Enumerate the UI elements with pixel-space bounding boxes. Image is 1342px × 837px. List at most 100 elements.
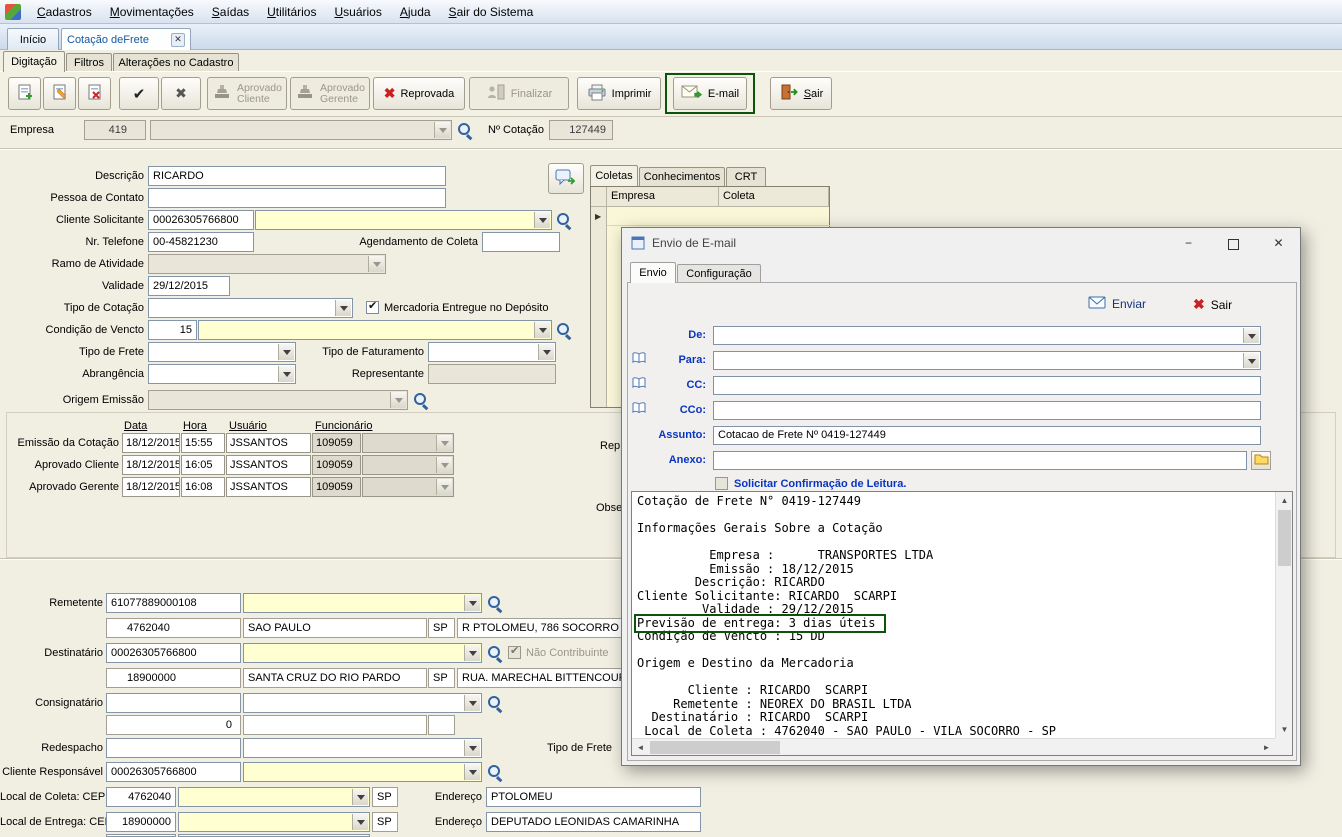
- scrollbar-thumb[interactable]: [1278, 510, 1291, 566]
- tab-envio[interactable]: Envio: [630, 262, 676, 283]
- cliente-solicitante-combo[interactable]: RICARDO SCARPI: [255, 210, 552, 230]
- descricao-input[interactable]: RICARDO: [148, 166, 446, 186]
- search-icon[interactable]: [488, 696, 504, 712]
- remetente-code-input[interactable]: 61077889000108: [106, 593, 241, 613]
- cliente-solicitante-code-input[interactable]: 00026305766800: [148, 210, 254, 230]
- data-cell[interactable]: 18/12/2015: [122, 477, 180, 497]
- entrega-cidade-combo[interactable]: SANTA CRUZ DO RIO PARDO: [178, 812, 370, 832]
- coleta-cep-input[interactable]: 4762040: [106, 787, 176, 807]
- dropdown-icon[interactable]: [464, 695, 480, 711]
- abrangencia-combo[interactable]: Intermunicipal: [148, 364, 296, 384]
- menu-item-movimentacoes[interactable]: Movimentações: [101, 2, 203, 22]
- cancel-button[interactable]: [161, 77, 201, 110]
- data-cell[interactable]: 18/12/2015: [122, 455, 180, 475]
- coleta-endereco-input[interactable]: PTOLOMEU: [486, 787, 701, 807]
- delete-record-button[interactable]: [78, 77, 111, 110]
- cliente-responsavel-code-input[interactable]: 00026305766800: [106, 762, 241, 782]
- destinatario-combo[interactable]: RICARDO SCARPI: [243, 643, 482, 663]
- agendamento-input[interactable]: [482, 232, 560, 252]
- tab-coletas[interactable]: Coletas: [590, 165, 638, 186]
- maximize-button[interactable]: [1211, 229, 1256, 258]
- redespacho-combo[interactable]: [243, 738, 482, 758]
- tipo-cotacao-combo[interactable]: Valor Fixo com NF Variável: [148, 298, 353, 318]
- telefone-input[interactable]: 00-45821230: [148, 232, 254, 252]
- dialog-sair-button[interactable]: Sair: [1193, 296, 1232, 313]
- dropdown-icon[interactable]: [1243, 328, 1259, 343]
- tipo-frete-combo[interactable]: Frete A Pagar: [148, 342, 296, 362]
- edit-record-button[interactable]: [43, 77, 76, 110]
- mercadoria-checkbox[interactable]: [366, 301, 379, 314]
- dropdown-icon[interactable]: [464, 595, 480, 611]
- book-icon[interactable]: [632, 402, 646, 417]
- remetente-combo[interactable]: NEOREX DO BRASIL LTDA: [243, 593, 482, 613]
- condicao-code-input[interactable]: 15: [148, 320, 197, 340]
- usuario-cell[interactable]: JSSANTOS: [226, 455, 311, 475]
- grid-col-coleta[interactable]: Coleta: [719, 187, 829, 207]
- hora-cell[interactable]: 16:08: [181, 477, 225, 497]
- scroll-right-icon[interactable]: ►: [1258, 739, 1275, 756]
- scroll-left-icon[interactable]: ◄: [632, 739, 649, 756]
- search-icon[interactable]: [557, 323, 573, 339]
- enviar-button[interactable]: Enviar: [1088, 296, 1146, 312]
- condicao-combo[interactable]: 15 DD: [198, 320, 552, 340]
- confirm-read-checkbox[interactable]: [715, 477, 728, 490]
- confirm-button[interactable]: [119, 77, 159, 110]
- tab-close-icon[interactable]: [171, 33, 185, 47]
- menu-item-saidas[interactable]: Saídas: [203, 2, 258, 22]
- new-record-button[interactable]: [8, 77, 41, 110]
- vertical-scrollbar[interactable]: ▲ ▼: [1275, 492, 1292, 738]
- assunto-input[interactable]: Cotacao de Frete Nº 0419-127449: [713, 426, 1261, 445]
- dropdown-icon[interactable]: [534, 212, 550, 228]
- search-icon[interactable]: [414, 393, 430, 409]
- book-icon[interactable]: [632, 352, 646, 367]
- dropdown-icon[interactable]: [352, 814, 368, 830]
- dropdown-icon[interactable]: [464, 740, 480, 756]
- hora-cell[interactable]: 16:05: [181, 455, 225, 475]
- minimize-button[interactable]: [1166, 229, 1211, 258]
- tab-inicio[interactable]: Início: [7, 28, 59, 50]
- redespacho-code-input[interactable]: [106, 738, 241, 758]
- imprimir-button[interactable]: Imprimir: [577, 77, 661, 110]
- dropdown-icon[interactable]: [278, 366, 294, 382]
- search-icon[interactable]: [458, 123, 474, 139]
- message-button[interactable]: [548, 163, 584, 194]
- usuario-cell[interactable]: JSSANTOS: [226, 433, 311, 453]
- search-icon[interactable]: [557, 213, 573, 229]
- tab-filtros[interactable]: Filtros: [66, 53, 112, 72]
- destinatario-code-input[interactable]: 00026305766800: [106, 643, 241, 663]
- dropdown-icon[interactable]: [534, 322, 550, 338]
- tab-cotacao-de-frete[interactable]: Cotação deFrete: [61, 28, 191, 50]
- cliente-responsavel-combo[interactable]: RICARDO SCARPI: [243, 762, 482, 782]
- cc-input[interactable]: [713, 376, 1261, 395]
- faturamento-combo[interactable]: A Faturar: [428, 342, 556, 362]
- cco-input[interactable]: [713, 401, 1261, 420]
- dropdown-icon[interactable]: [464, 645, 480, 661]
- scroll-up-icon[interactable]: ▲: [1276, 492, 1293, 509]
- validade-input[interactable]: 29/12/2015: [148, 276, 230, 296]
- book-icon[interactable]: [632, 377, 646, 392]
- email-button[interactable]: E-mail: [673, 77, 747, 110]
- entrega-cep-input[interactable]: 18900000: [106, 812, 176, 832]
- tab-alteracoes-no-cadastro[interactable]: Alterações no Cadastro: [113, 53, 239, 72]
- dropdown-icon[interactable]: [464, 764, 480, 780]
- reprovada-button[interactable]: Reprovada: [373, 77, 465, 110]
- consignatario-code-input[interactable]: [106, 693, 241, 713]
- scroll-down-icon[interactable]: ▼: [1276, 721, 1293, 738]
- email-body[interactable]: Cotação de Frete N° 0419-127449 Informaç…: [631, 491, 1293, 756]
- search-icon[interactable]: [488, 646, 504, 662]
- menu-item-sair-do-sistema[interactable]: Sair do Sistema: [440, 2, 543, 22]
- grid-col-empresa[interactable]: Empresa: [607, 187, 719, 207]
- sair-button[interactable]: Sair: [770, 77, 832, 110]
- tab-configuracao[interactable]: Configuração: [677, 264, 761, 283]
- search-icon[interactable]: [488, 765, 504, 781]
- data-cell[interactable]: 18/12/2015: [122, 433, 180, 453]
- search-icon[interactable]: [488, 596, 504, 612]
- hora-cell[interactable]: 15:55: [181, 433, 225, 453]
- de-combo[interactable]: @senior.com.br: [713, 326, 1261, 345]
- menu-item-usuarios[interactable]: Usuários: [325, 2, 390, 22]
- close-button[interactable]: [1256, 229, 1301, 258]
- anexo-input[interactable]: [713, 451, 1247, 470]
- horizontal-scrollbar[interactable]: ◄ ►: [632, 738, 1275, 755]
- para-combo[interactable]: [713, 351, 1261, 370]
- dropdown-icon[interactable]: [1243, 353, 1259, 368]
